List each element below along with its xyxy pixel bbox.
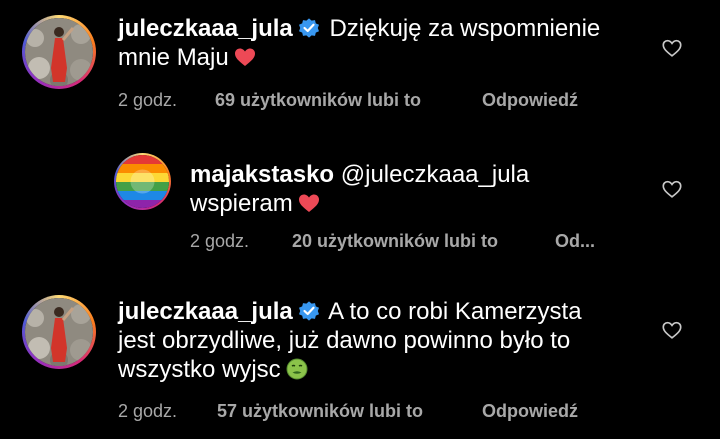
comment-body-line1: A to co robi Kamerzysta	[328, 298, 582, 325]
red-heart-icon	[233, 45, 257, 69]
username[interactable]: juleczkaaa_jula	[118, 15, 293, 42]
comment-body-line3: wszystko wyjsc	[118, 356, 281, 383]
profile-photo	[25, 298, 93, 366]
likes-count[interactable]: 20 użytkowników lubi to	[292, 231, 498, 252]
verified-badge-icon	[297, 299, 321, 323]
mention-link[interactable]: @juleczkaaa_jula	[341, 161, 529, 188]
avatar[interactable]	[22, 295, 96, 369]
comment-time: 2 godz.	[118, 401, 178, 421]
heart-outline-icon[interactable]	[661, 37, 683, 59]
profile-photo	[116, 155, 169, 208]
reply-button[interactable]: Odpowiedź	[482, 401, 578, 422]
comment-body-line2: jest obrzydliwe, już dawno powinno było …	[118, 327, 571, 354]
nauseated-face-icon	[285, 357, 309, 381]
heart-outline-icon[interactable]	[661, 178, 683, 200]
comment-text: juleczkaaa_jula Dziękuję za wspomnienie	[118, 14, 600, 43]
avatar[interactable]	[22, 15, 96, 89]
heart-outline-icon[interactable]	[661, 319, 683, 341]
username[interactable]: majakstasko	[190, 161, 334, 188]
comment-body-line1: Dziękuję za wspomnienie	[329, 15, 601, 42]
profile-photo	[25, 18, 93, 86]
red-heart-icon	[297, 191, 321, 215]
comment-time: 2 godz.	[118, 90, 178, 110]
comment-time: 2 godz.	[190, 231, 250, 251]
comment-body-line2: wspieram	[190, 190, 293, 217]
verified-badge-icon	[297, 16, 321, 40]
reply-button[interactable]: Od...	[555, 231, 595, 252]
username[interactable]: juleczkaaa_jula	[118, 298, 293, 325]
likes-count[interactable]: 57 użytkowników lubi to	[217, 401, 423, 422]
comment-body-line2: mnie Maju	[118, 44, 229, 71]
likes-count[interactable]: 69 użytkowników lubi to	[215, 90, 421, 111]
reply-button[interactable]: Odpowiedź	[482, 90, 578, 111]
avatar[interactable]	[114, 153, 171, 210]
